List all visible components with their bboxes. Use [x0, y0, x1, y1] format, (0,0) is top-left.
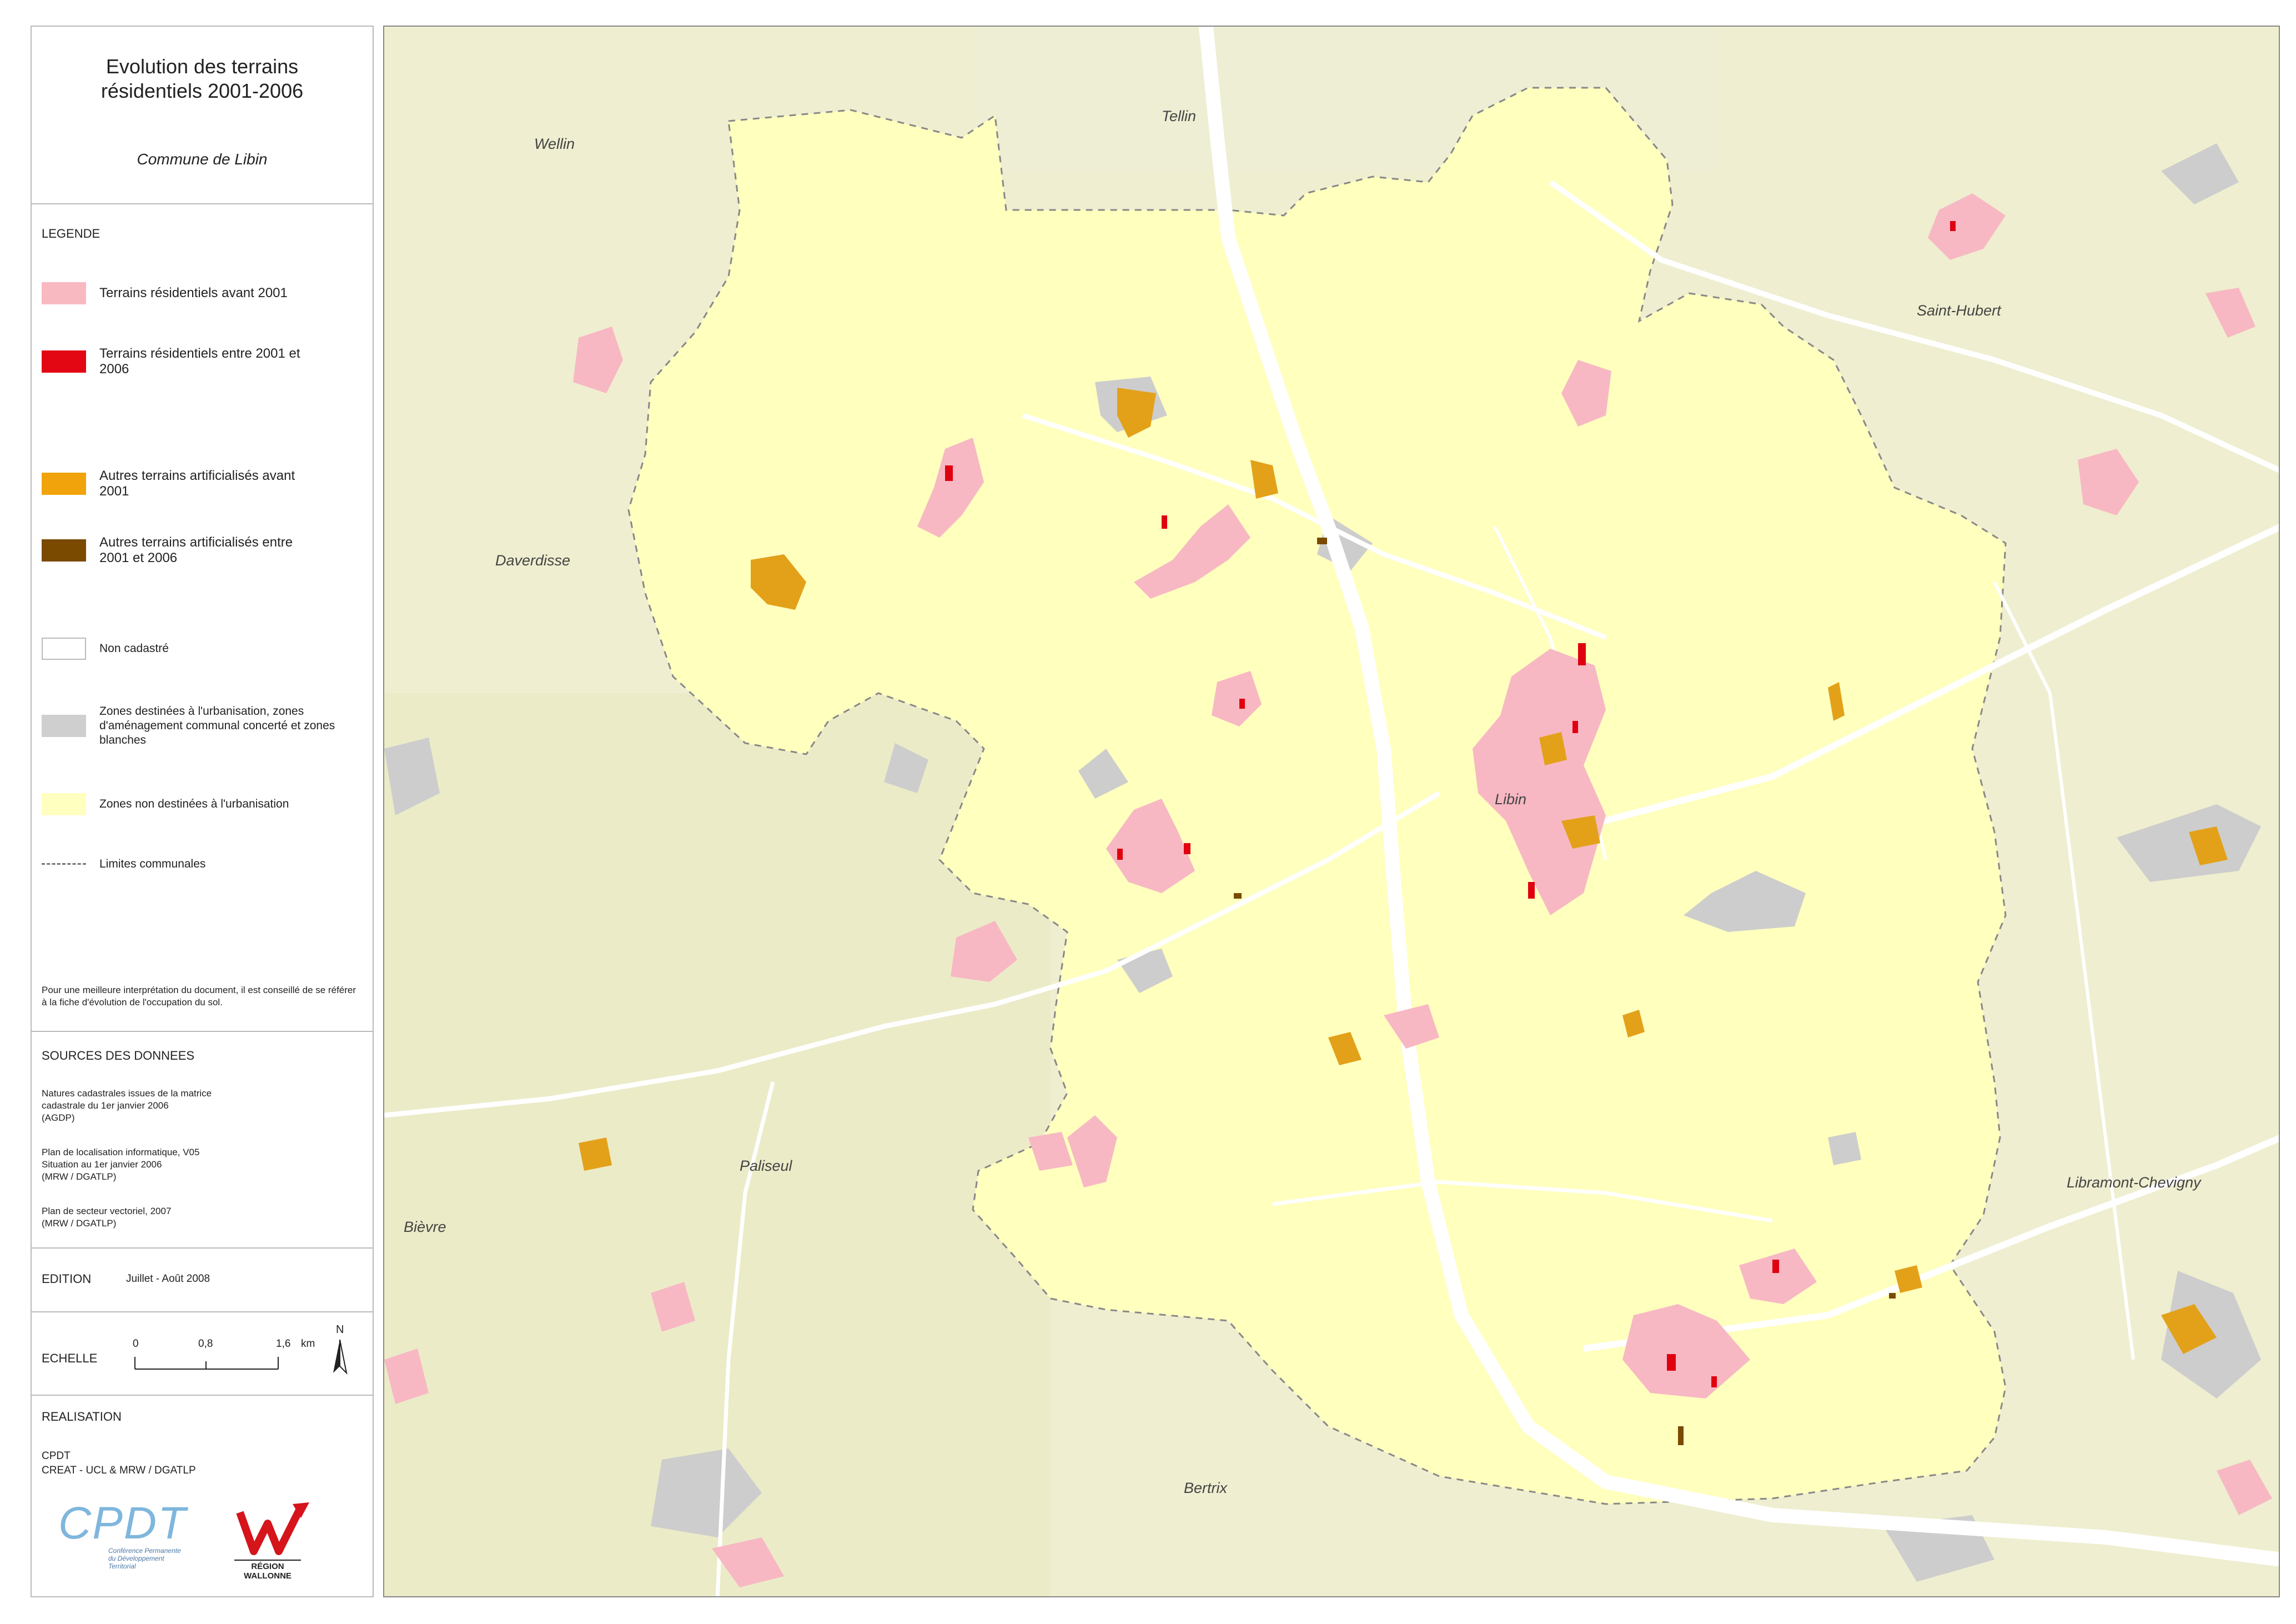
legend-heading: LEGENDE [42, 227, 101, 240]
scale-heading: ECHELLE [42, 1351, 98, 1365]
scale-tick-2: 1,6 [276, 1338, 291, 1350]
sources-block: SOURCES DES DONNEES Natures cadastrales … [32, 1032, 373, 1249]
legend-swatch [42, 350, 86, 373]
realisation-heading: REALISATION [42, 1410, 122, 1423]
region-wallonne-w-icon [236, 1502, 309, 1555]
place-label-saint-hubert: Saint-Hubert [1917, 302, 2002, 319]
cpdt-logo-text: CPDT [58, 1498, 187, 1548]
place-label-wellin: Wellin [534, 136, 575, 152]
realisation-line1: CPDT [42, 1450, 71, 1462]
edition-block: EDITION Juillet - Août 2008 [32, 1249, 373, 1312]
map-title-line1: Evolution des terrains [105, 55, 299, 78]
source-entry: Natures cadastrales issues de la matrice… [42, 1088, 212, 1123]
edition-heading: EDITION [42, 1272, 92, 1286]
sources-heading: SOURCES DES DONNEES [42, 1049, 195, 1062]
map-frame[interactable]: Wellin Tellin Saint-Hubert Daverdisse Li… [383, 26, 2280, 1597]
place-label-bertrix: Bertrix [1184, 1480, 1228, 1496]
region-wallonne-logo: RÉGION WALLONNE [223, 1501, 318, 1581]
legend-label: Zones destinées à l'urbanisation, zones … [99, 705, 335, 746]
edition-date: Juillet - Août 2008 [126, 1273, 210, 1285]
legend-note: Pour une meilleure interprétation du doc… [42, 985, 356, 1008]
realisation-block: REALISATION CPDT CREAT - UCL & MRW / DGA… [32, 1396, 373, 1597]
legend-item-residential-before-2001: Terrains résidentiels avant 2001 [42, 282, 288, 304]
north-label: N [336, 1324, 344, 1336]
cpdt-logo: CPDT Conférence Permanente du Développem… [58, 1501, 190, 1576]
legend-item-residential-2001-2006: Terrains résidentiels entre 2001 et 2006 [42, 346, 321, 377]
cpdt-caption-line: du Développement [108, 1555, 164, 1562]
source-entry: Plan de localisation informatique, V05 S… [42, 1147, 200, 1182]
legend-label: Limites communales [99, 858, 206, 870]
place-label-tellin: Tellin [1162, 108, 1196, 124]
legend-label: Non cadastré [99, 642, 169, 655]
north-arrow-icon [333, 1339, 348, 1375]
legend-item-non-cadastre: Non cadastré [42, 638, 169, 660]
legend-item-non-urban-zones: Zones non destinées à l'urbanisation [42, 793, 289, 815]
scale-tick-0: 0 [133, 1338, 139, 1350]
place-label-libramont-chevigny: Libramont-Chevigny [2067, 1174, 2202, 1191]
legend-swatch-dashed-line [42, 863, 86, 865]
legend-swatch [42, 793, 86, 815]
place-label-libin: Libin [1495, 791, 1526, 808]
source-entry: Plan de secteur vectoriel, 2007 (MRW / D… [42, 1206, 172, 1229]
map-subtitle: Commune de Libin [137, 151, 268, 168]
legend-swatch [42, 473, 86, 495]
scale-unit: km [301, 1338, 315, 1350]
legend-panel: Evolution des terrains résidentiels 2001… [31, 26, 374, 1597]
legend-item-communal-limits: Limites communales [42, 857, 205, 871]
place-label-paliseul: Paliseul [740, 1157, 793, 1174]
legend-swatch [42, 715, 86, 737]
place-label-daverdisse: Daverdisse [495, 552, 570, 569]
scale-block: ECHELLE 0 0,8 1,6 km N [32, 1312, 373, 1396]
legend-block: LEGENDE Terrains résidentiels avant 2001… [32, 204, 373, 1032]
scale-bar [134, 1357, 279, 1370]
legend-swatch [42, 539, 86, 562]
legend-item-urban-zones: Zones destinées à l'urbanisation, zones … [42, 704, 360, 748]
legend-swatch [42, 638, 86, 660]
cpdt-logo-caption: Conférence Permanente du Développement T… [108, 1547, 181, 1570]
map-title: Evolution des terrains résidentiels 2001… [32, 27, 373, 103]
place-label-bievre: Bièvre [404, 1219, 446, 1235]
cpdt-caption-line: Territorial [108, 1562, 136, 1570]
legend-item-artificial-2001-2006: Autres terrains artificialisés entre 200… [42, 535, 299, 566]
map-canvas: Wellin Tellin Saint-Hubert Daverdisse Li… [384, 27, 2279, 1596]
legend-label: Zones non destinées à l'urbanisation [99, 798, 289, 810]
legend-label: Terrains résidentiels entre 2001 et 2006 [99, 346, 300, 377]
cpdt-caption-line: Conférence Permanente [108, 1547, 181, 1555]
legend-label: Autres terrains artificialisés avant 200… [99, 468, 295, 499]
legend-swatch [42, 282, 86, 304]
region-wallonne-caption: RÉGION WALLONNE [234, 1560, 301, 1581]
legend-item-artificial-before-2001: Autres terrains artificialisés avant 200… [42, 468, 299, 499]
map-title-line2: résidentiels 2001-2006 [101, 79, 304, 102]
legend-label: Autres terrains artificialisés entre 200… [99, 535, 293, 565]
title-block: Evolution des terrains résidentiels 2001… [32, 27, 373, 204]
legend-label: Terrains résidentiels avant 2001 [99, 285, 288, 300]
realisation-line2: CREAT - UCL & MRW / DGATLP [42, 1465, 196, 1476]
scale-tick-1: 0,8 [198, 1338, 213, 1350]
